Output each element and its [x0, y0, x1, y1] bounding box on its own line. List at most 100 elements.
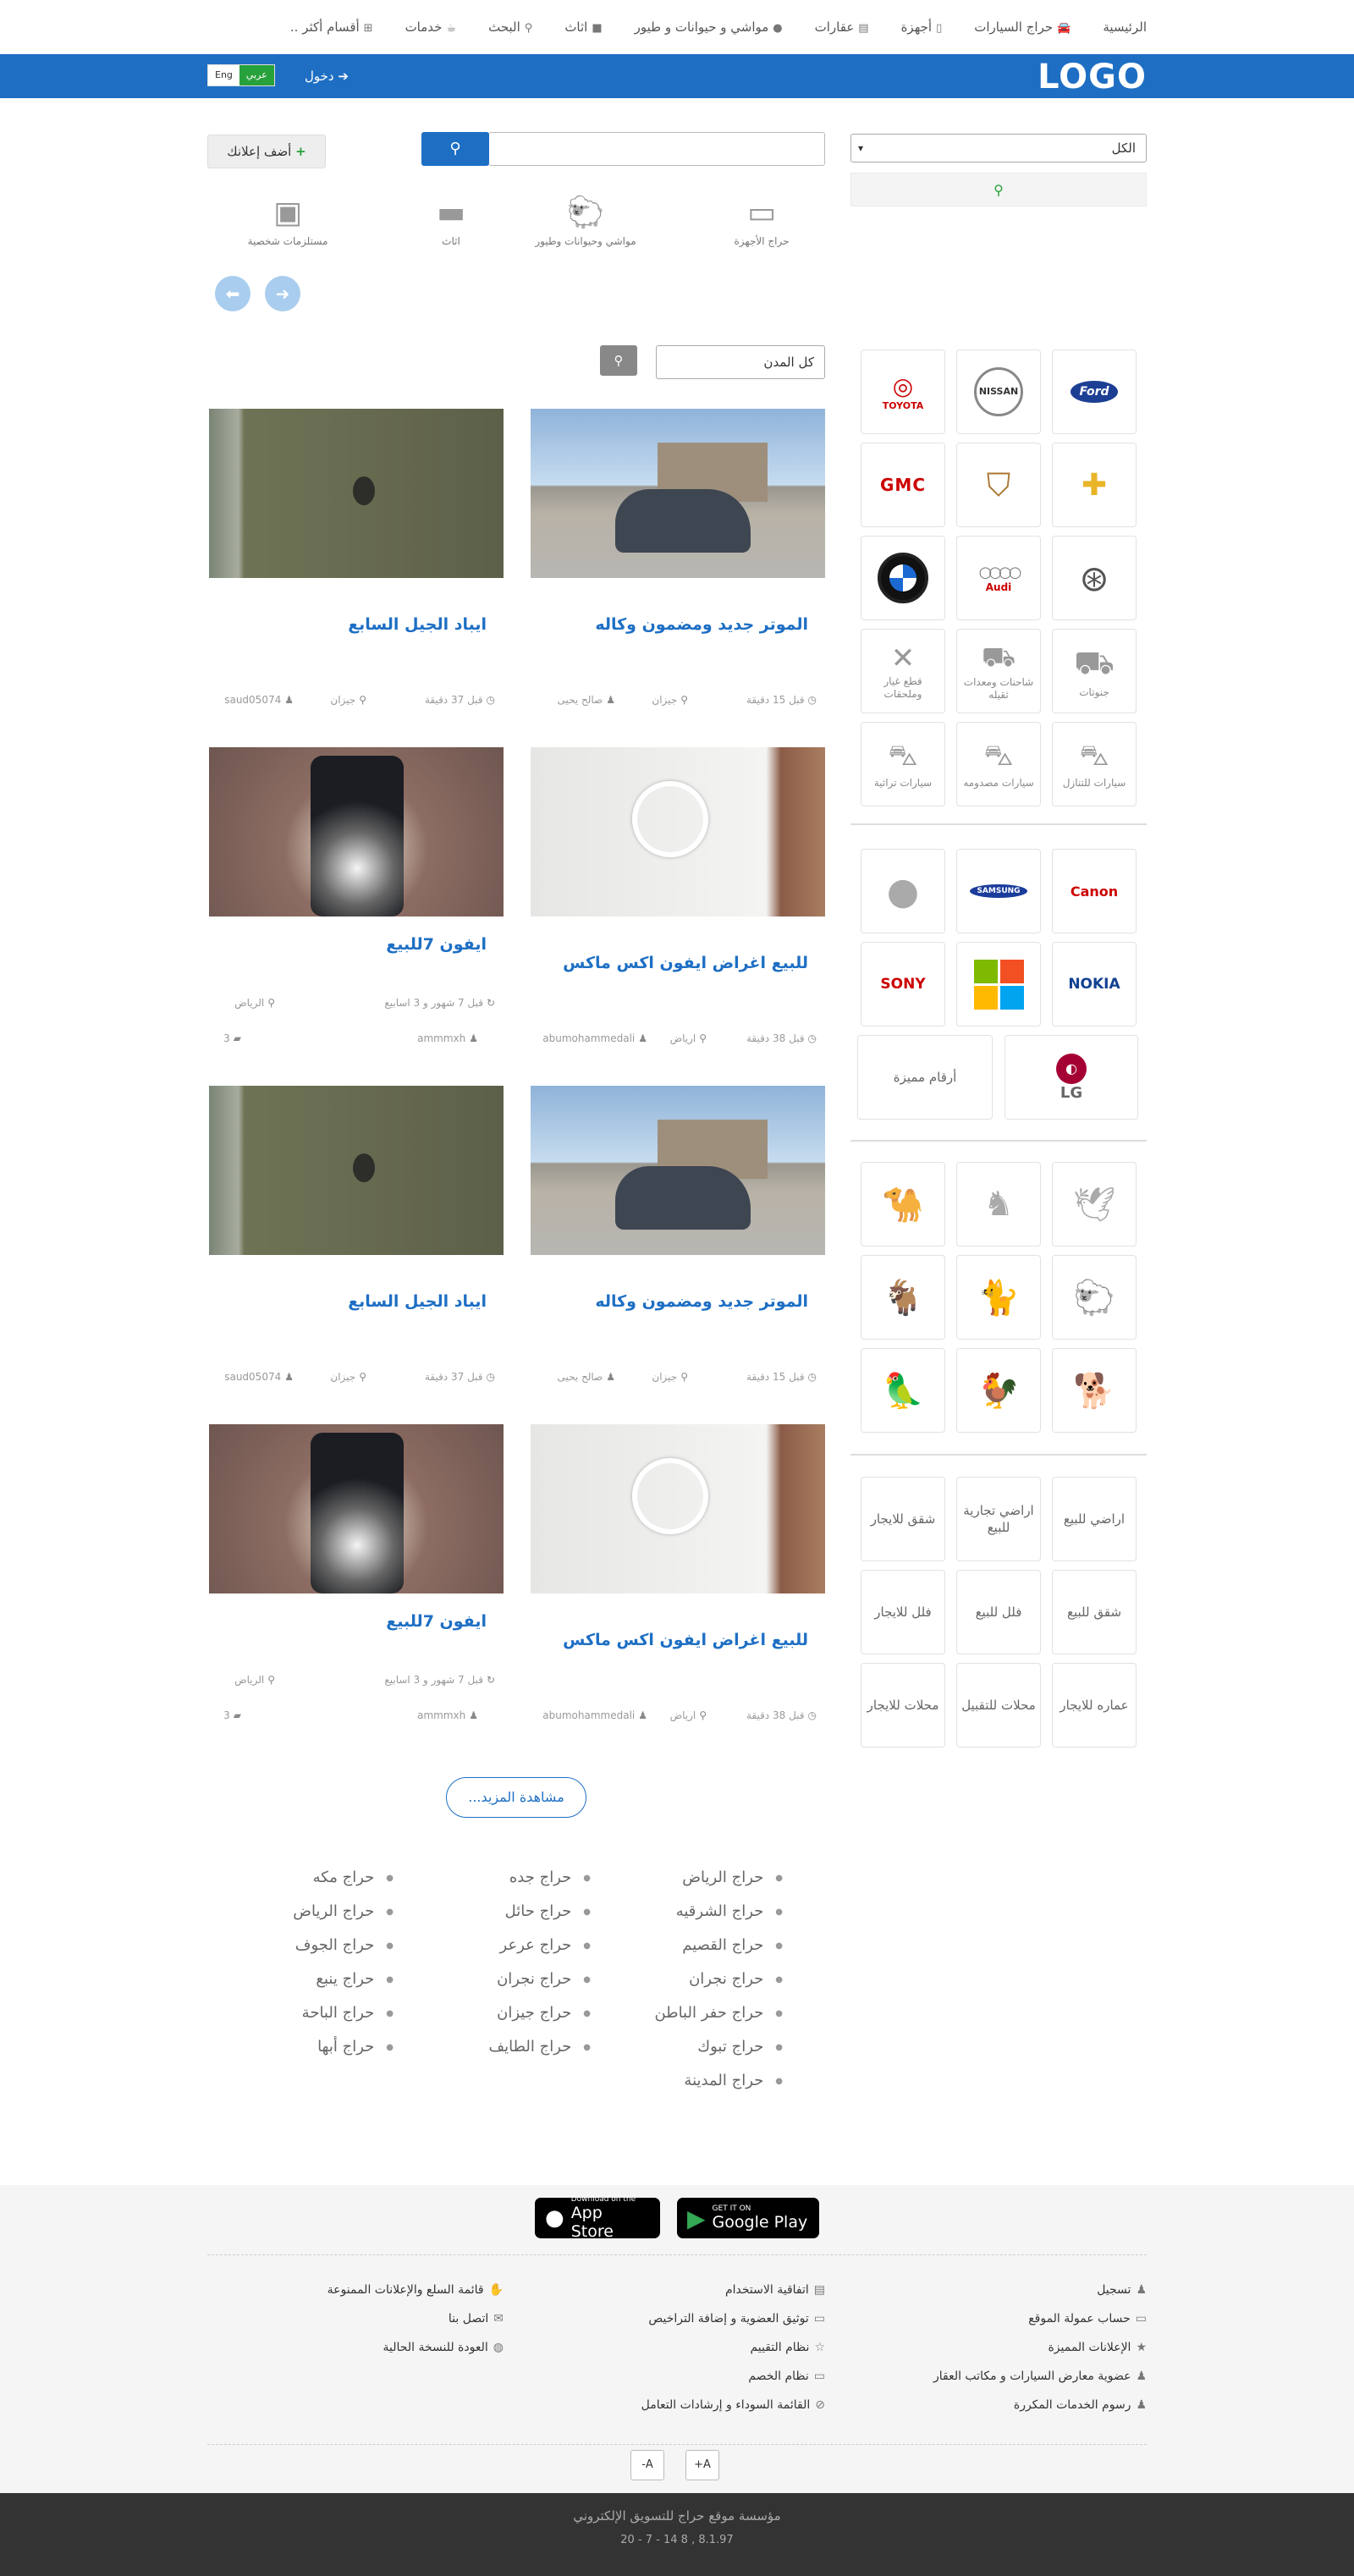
ad-image-iphone[interactable] [209, 747, 504, 916]
city-link[interactable]: حراج الجوف [295, 1936, 394, 1954]
google-play-button[interactable]: ▶ GET IT ON Google Play [677, 2198, 819, 2238]
ad-title[interactable]: الموتر جديد ومضمون وكاله [595, 615, 808, 634]
ad-title[interactable]: ايفون 7للبيع [386, 935, 487, 954]
city-link[interactable]: حراج حائل [505, 1902, 591, 1920]
brand-samsung[interactable]: SAMSUNG [956, 849, 1041, 933]
footer-link-rating[interactable]: ☆ نظام التقييم [750, 2341, 825, 2354]
ad-image-ipad[interactable] [209, 409, 504, 578]
side-search-button[interactable]: ⚲ [850, 173, 1147, 206]
city-link[interactable]: حراج عرعر [500, 1936, 591, 1954]
category-animals[interactable]: 🐑 مواشي وحيوانات وطيور [526, 191, 645, 247]
ad-card[interactable]: الموتر جديد ومضمون وكاله ◷قبل 15 دقيقة ⚲… [531, 1086, 825, 1399]
animal-dogs[interactable]: 🐕 [1052, 1348, 1137, 1433]
re-apartments-sale[interactable]: شقق للبيع [1052, 1570, 1137, 1654]
ad-title[interactable]: ايباد الجيل السابع [348, 615, 487, 634]
ad-user[interactable]: ♟ammmxh [417, 1709, 478, 1721]
city-link[interactable]: حراج الرياض [682, 1869, 783, 1886]
ad-card[interactable]: للبيع اغراض ايفون اكس ماكس ◷قبل 38 دقيقة… [531, 747, 825, 1060]
animal-goats[interactable]: 🐐 [861, 1255, 945, 1340]
city-link[interactable]: حراج الباحة [302, 2004, 394, 2022]
footer-link-membership[interactable]: ♟ عضوية معارض السيارات و مكاتب العقار [933, 2370, 1147, 2383]
ad-card[interactable]: للبيع اغراض ايفون اكس ماكس ◷قبل 38 دقيقة… [531, 1424, 825, 1737]
ad-user[interactable]: ♟abumohammedali [542, 1032, 647, 1044]
city-link[interactable]: حراج نجران [689, 1970, 783, 1988]
animal-poultry[interactable]: 🐓 [956, 1348, 1041, 1433]
brand-audi[interactable]: ○○○○ Audi [956, 536, 1041, 620]
city-link[interactable]: حراج مكه [313, 1869, 394, 1886]
ad-card[interactable]: الموتر جديد ومضمون وكاله ◷قبل 15 دقيقة ⚲… [531, 409, 825, 722]
ad-user[interactable]: ♟saud05074 [224, 1371, 294, 1383]
search-input[interactable] [488, 132, 825, 166]
category-select[interactable]: الكل ▾ [850, 134, 1147, 162]
cartype-transfer[interactable]: ⛍ سيارات للتنازل [1052, 722, 1137, 806]
ad-image-car[interactable] [531, 1086, 825, 1255]
city-select[interactable]: كل المدن [656, 345, 825, 379]
ad-card[interactable]: ايباد الجيل السابع ◷قبل 37 دقيقة ⚲جيزان … [209, 409, 504, 722]
animal-sheep[interactable]: 🐑 [1052, 1255, 1137, 1340]
footer-link-contact[interactable]: ✉ اتصل بنا [449, 2312, 504, 2326]
lang-arabic[interactable]: عربي [239, 65, 274, 85]
arrow-left-icon[interactable]: ⬅ [215, 276, 250, 311]
nav-devices[interactable]: ▯أجهزة [901, 19, 943, 35]
brand-chevrolet[interactable]: ✚ [1052, 443, 1137, 527]
brand-nokia[interactable]: NOKIA [1052, 942, 1137, 1027]
animal-parrots[interactable]: 🦜 [861, 1348, 945, 1433]
re-apartments-rent[interactable]: شقق للايجار [861, 1477, 945, 1561]
city-link[interactable]: حراج الطايف [488, 2038, 591, 2056]
ad-title[interactable]: الموتر جديد ومضمون وكاله [595, 1292, 808, 1311]
city-link[interactable]: حراج الشرقيه [676, 1902, 783, 1920]
brand-canon[interactable]: Canon [1052, 849, 1137, 933]
re-shops-rent[interactable]: محلات للايجار [861, 1663, 945, 1748]
ad-user[interactable]: ♟ammmxh [417, 1032, 478, 1044]
brand-microsoft[interactable] [956, 942, 1041, 1027]
nav-animals[interactable]: ● مواشي و حيوانات و طيور [635, 19, 783, 35]
ad-user[interactable]: ♟saud05074 [224, 694, 294, 706]
animal-cats[interactable]: 🐈 [956, 1255, 1041, 1340]
login-link[interactable]: ➔ دخول [305, 69, 349, 84]
ad-user[interactable]: ♟صالح يحيى [557, 694, 615, 706]
city-link[interactable]: حراج جده [509, 1869, 591, 1886]
ad-card[interactable]: ايفون 7للبيع ↻قبل 7 شهور و 3 اسابيع ⚲الر… [209, 1424, 504, 1737]
footer-link-featured[interactable]: ★ الإعلانات المميزة [1048, 2341, 1147, 2354]
re-land-sale[interactable]: اراضي للبيع [1052, 1477, 1137, 1561]
nav-cars[interactable]: 🚘حراج السيارات [974, 19, 1071, 35]
ad-user[interactable]: ♟صالح يحيى [557, 1371, 615, 1383]
city-link[interactable]: حراج أبها [317, 2038, 394, 2056]
brand-bmw[interactable] [861, 536, 945, 620]
font-decrease-button[interactable]: A- [630, 2450, 664, 2480]
city-link[interactable]: حراج ينبع [316, 1970, 394, 1988]
brand-mercedes[interactable]: ⊛ [1052, 536, 1137, 620]
nav-furniture[interactable]: ■ اثاث [564, 19, 602, 35]
ad-title[interactable]: ايفون 7للبيع [386, 1612, 487, 1631]
footer-link-banned[interactable]: ✋ قائمة السلع والإعلانات الممنوعة [327, 2283, 504, 2297]
city-link[interactable]: حراج الرياض [293, 1902, 394, 1920]
nav-home[interactable]: الرئيسية [1103, 19, 1147, 35]
brand-sony[interactable]: SONY [861, 942, 945, 1027]
brand-nissan[interactable]: NISSAN [956, 350, 1041, 434]
load-more-button[interactable]: مشاهدة المزيد... [446, 1777, 586, 1818]
add-ad-button[interactable]: + أضف إعلانك [207, 135, 326, 168]
ad-image-cable[interactable] [531, 1424, 825, 1593]
ad-image-car[interactable] [531, 409, 825, 578]
animal-birds[interactable]: 🕊 [1052, 1162, 1137, 1247]
city-link[interactable]: حراج حفر الباطن [655, 2004, 783, 2022]
re-commercial-land[interactable]: اراضي تجارية للبيع [956, 1477, 1041, 1561]
footer-link-commission[interactable]: ▭ حساب عمولة الموقع [1028, 2312, 1147, 2326]
ad-card[interactable]: ايباد الجيل السابع ◷قبل 37 دقيقة ⚲جيزان … [209, 1086, 504, 1399]
footer-link-classic[interactable]: ◍ العودة للنسخة الحالية [383, 2341, 504, 2354]
city-filter-button[interactable]: ⚲ [600, 345, 637, 376]
app-store-button[interactable]: ● Download on the App Store [535, 2195, 660, 2241]
category-personal[interactable]: ▣ مستلزمات شخصية [228, 191, 347, 247]
category-devices[interactable]: ▭ حراج الأجهزة [702, 191, 821, 247]
re-villas-sale[interactable]: فلل للبيع [956, 1570, 1041, 1654]
re-villas-rent[interactable]: فلل للايجار [861, 1570, 945, 1654]
ad-image-ipad[interactable] [209, 1086, 504, 1255]
category-furniture[interactable]: ▬ اثاث [392, 191, 510, 247]
city-link[interactable]: حراج القصيم [682, 1936, 783, 1954]
special-numbers[interactable]: أرقام مميزة [857, 1035, 993, 1120]
lang-english[interactable]: Eng [208, 65, 239, 85]
cartype-classic[interactable]: ⛍ سيارات تراثية [861, 722, 945, 806]
ad-card[interactable]: ايفون 7للبيع ↻قبل 7 شهور و 3 اسابيع ⚲الر… [209, 747, 504, 1060]
footer-link-verify[interactable]: ▭ توثيق العضوية و إضافة التراخيص [648, 2312, 825, 2326]
re-building-rent[interactable]: عماره للايجار [1052, 1663, 1137, 1748]
